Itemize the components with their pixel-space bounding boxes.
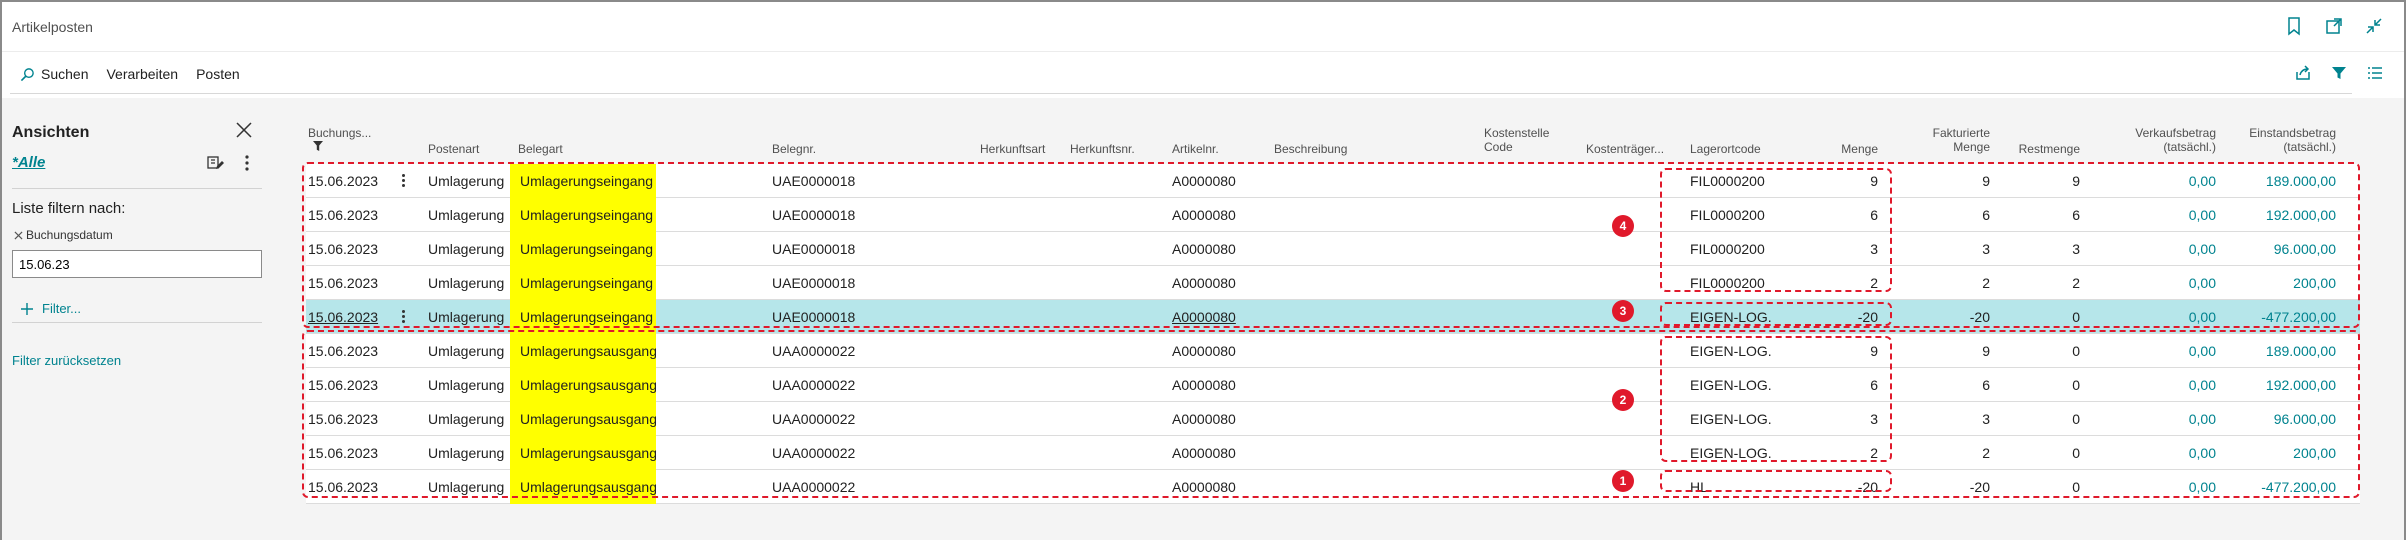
search-icon: [20, 67, 34, 81]
share-icon[interactable]: [2294, 64, 2312, 82]
action-bar: Suchen Verarbeiten Posten: [2, 54, 2404, 94]
col-header-source-no[interactable]: Herkunftsnr.: [1070, 142, 1135, 156]
reset-filter-link[interactable]: Filter zurücksetzen: [12, 353, 121, 368]
col-header-item-no[interactable]: Artikelnr.: [1172, 142, 1219, 156]
annotation-box-4: [1660, 168, 1892, 292]
search-action[interactable]: Suchen: [20, 66, 88, 82]
date-filter-input[interactable]: [12, 250, 262, 278]
add-filter-label: Filter...: [42, 301, 82, 316]
title-bar: Artikelposten: [2, 2, 2404, 52]
annotation-badge-2: 2: [1612, 389, 1634, 411]
item-ledger-grid: Buchungs... Postenart Belegart Belegnr. …: [302, 98, 2362, 540]
page-title: Artikelposten: [12, 19, 93, 35]
col-header-date[interactable]: Buchungs...: [308, 126, 371, 140]
annotation-box-receipt: [302, 162, 2360, 328]
filter-heading: Liste filtern nach:: [12, 200, 126, 217]
filter-divider: [12, 322, 262, 323]
col-header-doc-type[interactable]: Belegart: [518, 142, 563, 156]
more-options-icon[interactable]: [242, 153, 252, 173]
title-bar-icons: [2284, 16, 2384, 36]
col-header-cost-amount-line1: Einstandsbetrag: [2249, 126, 2336, 140]
column-filter-icon: [313, 141, 323, 151]
col-header-remaining-qty[interactable]: Restmenge: [1996, 142, 2080, 156]
collapse-icon[interactable]: [2364, 16, 2384, 36]
col-header-sales-amount-line2: (tatsächl.): [2163, 140, 2216, 154]
plus-icon: [21, 302, 33, 315]
col-header-sales-amount[interactable]: Verkaufsbetrag (tatsächl.): [2086, 126, 2216, 154]
col-header-description[interactable]: Beschreibung: [1274, 142, 1347, 156]
process-action[interactable]: Verarbeiten: [106, 66, 178, 82]
open-new-window-icon[interactable]: [2324, 16, 2344, 36]
views-heading: Ansichten: [12, 124, 90, 141]
action-bar-divider: [10, 93, 2352, 94]
col-header-doc-no[interactable]: Belegnr.: [772, 142, 816, 156]
col-header-qty[interactable]: Menge: [1806, 142, 1878, 156]
views-pane: Ansichten *Alle Liste filtern nach: Buch…: [2, 98, 274, 540]
annotation-badge-3: 3: [1612, 300, 1634, 322]
filter-icon[interactable]: [2330, 64, 2348, 82]
edit-view-icon[interactable]: [206, 154, 224, 172]
views-divider: [12, 188, 262, 189]
add-filter-button[interactable]: Filter...: [20, 301, 81, 316]
annotation-box-3: [1660, 302, 1892, 326]
col-header-cost-amount-line2: (tatsächl.): [2283, 140, 2336, 154]
col-header-cost-center[interactable]: Kostenstelle Code: [1484, 126, 1549, 154]
close-icon[interactable]: [234, 120, 254, 140]
col-header-sales-amount-line1: Verkaufsbetrag: [2135, 126, 2216, 140]
annotation-box-1: [1660, 470, 1892, 492]
filter-field: Buchungsdatum: [14, 228, 113, 242]
col-header-cost-unit[interactable]: Kostenträger...: [1586, 142, 1664, 156]
col-header-cost-center-line2: Code: [1484, 140, 1513, 154]
col-header-invoiced-qty-line1: Fakturierte: [1932, 126, 1990, 140]
bookmark-icon[interactable]: [2284, 16, 2304, 36]
col-header-cost-amount[interactable]: Einstandsbetrag (tatsächl.): [2226, 126, 2336, 154]
col-header-source-type[interactable]: Herkunftsart: [980, 142, 1045, 156]
search-action-label: Suchen: [41, 66, 89, 82]
remove-filter-icon[interactable]: [14, 230, 23, 240]
app-window: Artikelposten Suchen Verarbeiten Posten: [0, 0, 2406, 540]
col-header-cost-center-line1: Kostenstelle: [1484, 126, 1550, 140]
annotation-badge-1: 1: [1612, 470, 1634, 492]
annotation-badge-4: 4: [1612, 215, 1634, 237]
col-header-entry-type[interactable]: Postenart: [428, 142, 479, 156]
list-icon[interactable]: [2366, 64, 2384, 82]
filter-field-label: Buchungsdatum: [26, 228, 113, 242]
col-header-location[interactable]: Lagerortcode: [1690, 142, 1761, 156]
annotation-box-shipment: [302, 330, 2360, 498]
col-header-invoiced-qty[interactable]: Fakturierte Menge: [1886, 126, 1990, 154]
entries-action[interactable]: Posten: [196, 66, 240, 82]
col-header-invoiced-qty-line2: Menge: [1953, 140, 1990, 154]
annotation-box-2: [1660, 336, 1892, 462]
view-all-link[interactable]: *Alle: [12, 154, 45, 171]
